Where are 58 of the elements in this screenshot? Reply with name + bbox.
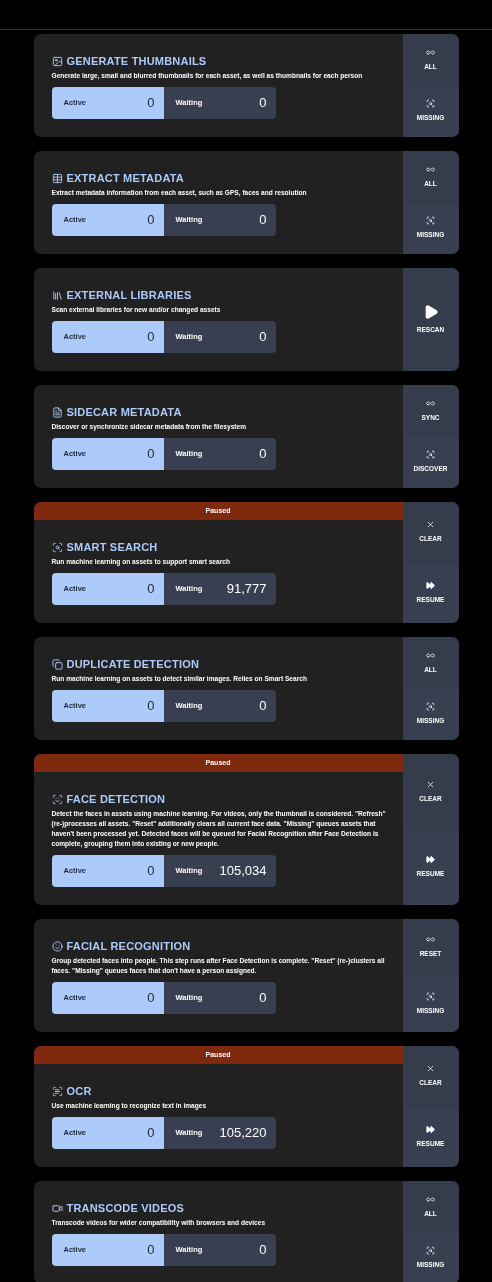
infinity-icon bbox=[426, 935, 435, 945]
close-icon bbox=[426, 1064, 435, 1074]
stat-value: 0 bbox=[147, 328, 155, 347]
stat-value: 0 bbox=[259, 989, 267, 1008]
stat-value: 105,220 bbox=[219, 1124, 267, 1143]
video-camera-icon bbox=[51, 1202, 63, 1214]
stat-value: 0 bbox=[259, 94, 267, 113]
file-icon bbox=[51, 406, 63, 418]
text-scan-icon bbox=[51, 1085, 63, 1097]
fast-forward-icon bbox=[426, 855, 435, 865]
stat-value: 0 bbox=[259, 1241, 267, 1260]
scan-search-icon bbox=[426, 702, 435, 712]
stat-value: 0 bbox=[147, 94, 155, 113]
job-title: FACIAL RECOGNITION bbox=[66, 939, 191, 953]
library-icon bbox=[51, 289, 63, 301]
smile-icon bbox=[51, 940, 63, 952]
stat-value: 0 bbox=[259, 211, 267, 230]
job-title: TRANSCODE VIDEOS bbox=[66, 1201, 184, 1215]
close-icon bbox=[426, 779, 435, 789]
stat-value: 0 bbox=[147, 697, 155, 716]
job-title: OCR bbox=[66, 1084, 92, 1098]
infinity-icon bbox=[426, 1194, 435, 1204]
job-title: SIDECAR METADATA bbox=[66, 405, 182, 419]
image-icon bbox=[51, 55, 63, 67]
fast-forward-icon bbox=[426, 580, 435, 590]
job-title: GENERATE THUMBNAILS bbox=[66, 54, 207, 68]
copy-icon bbox=[51, 658, 63, 670]
stat-value: 0 bbox=[259, 697, 267, 716]
job-title: EXTERNAL LIBRARIES bbox=[66, 288, 192, 302]
table-icon bbox=[51, 172, 63, 184]
stat-value: 0 bbox=[147, 445, 155, 464]
stat-value: 105,034 bbox=[219, 862, 267, 881]
infinity-icon bbox=[426, 47, 435, 57]
stat-value: 0 bbox=[147, 211, 155, 230]
scan-search-icon bbox=[426, 99, 435, 109]
stat-value: 0 bbox=[147, 580, 155, 599]
close-icon bbox=[426, 520, 435, 530]
job-title: FACE DETECTION bbox=[66, 792, 166, 806]
scan-search-icon bbox=[426, 450, 435, 460]
stat-value: 91,777 bbox=[226, 580, 267, 599]
stat-value: 0 bbox=[147, 1241, 155, 1260]
stat-value: 0 bbox=[147, 1124, 155, 1143]
infinity-icon bbox=[426, 650, 435, 660]
fast-forward-icon bbox=[426, 1124, 435, 1134]
infinity-icon bbox=[426, 398, 435, 408]
stat-value: 0 bbox=[259, 328, 267, 347]
job-title: EXTRACT METADATA bbox=[66, 171, 184, 185]
face-scan-icon bbox=[51, 793, 63, 805]
scan-search-icon bbox=[426, 216, 435, 226]
scan-search-icon bbox=[426, 1246, 435, 1256]
job-title: SMART SEARCH bbox=[66, 540, 158, 554]
stat-value: 0 bbox=[147, 989, 155, 1008]
stat-value: 0 bbox=[147, 862, 155, 881]
job-title: DUPLICATE DETECTION bbox=[66, 657, 200, 671]
scan-search-icon bbox=[51, 541, 63, 553]
stat-value: 0 bbox=[259, 445, 267, 464]
infinity-icon bbox=[426, 164, 435, 174]
scan-search-icon bbox=[426, 991, 435, 1001]
